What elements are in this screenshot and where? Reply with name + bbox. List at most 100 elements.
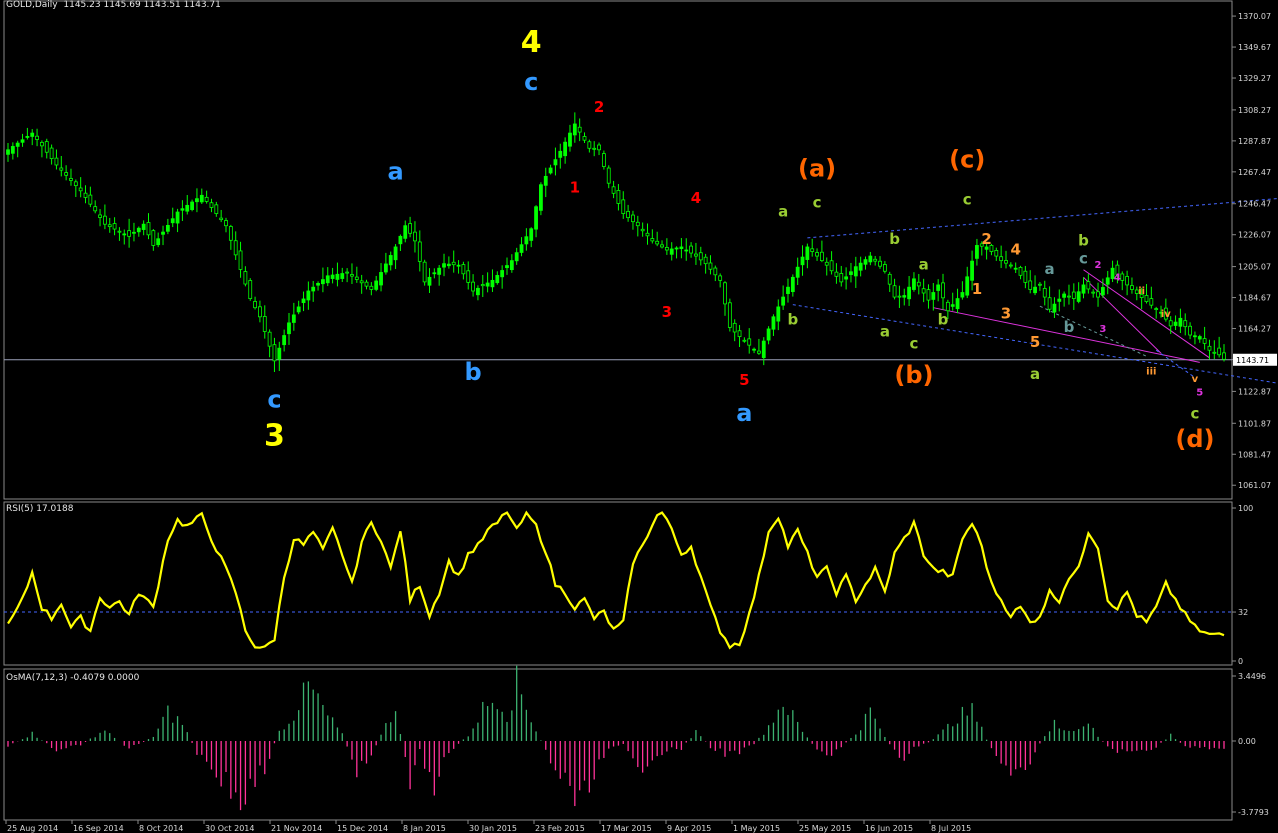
candle-down bbox=[1028, 280, 1033, 290]
current-price-label: 1143.71 bbox=[1236, 356, 1269, 365]
candle-up bbox=[500, 270, 505, 278]
candle-down bbox=[1071, 291, 1076, 299]
osma-tick-label: -3.7793 bbox=[1238, 808, 1269, 817]
candle-down bbox=[359, 280, 364, 284]
candle-down bbox=[597, 144, 601, 151]
wave-label: ii bbox=[1138, 286, 1145, 297]
candle-up bbox=[335, 273, 340, 280]
candle-up bbox=[805, 246, 810, 260]
candle-up bbox=[858, 262, 863, 271]
candle-up bbox=[195, 198, 199, 203]
osma-layer bbox=[7, 665, 1225, 811]
wave-label: b bbox=[464, 358, 481, 386]
candle-down bbox=[1067, 295, 1071, 298]
trendline-6 bbox=[1155, 349, 1196, 378]
candle-up bbox=[955, 298, 960, 310]
candle-down bbox=[480, 284, 485, 287]
candle-down bbox=[267, 331, 272, 347]
candle-down bbox=[660, 244, 664, 248]
candle-up bbox=[1033, 286, 1037, 294]
wave-label: c bbox=[1079, 250, 1088, 268]
ohlc-low: 1143.51 bbox=[143, 0, 181, 10]
candle-down bbox=[461, 264, 466, 275]
candle-up bbox=[427, 276, 432, 286]
date-tick-label: 8 Jul 2015 bbox=[931, 824, 971, 833]
date-tick-label: 8 Jan 2015 bbox=[403, 824, 446, 833]
candle-up bbox=[931, 292, 936, 300]
candle-down bbox=[228, 226, 233, 241]
candle-up bbox=[30, 132, 35, 137]
candle-down bbox=[408, 223, 413, 234]
candle-down bbox=[834, 271, 839, 277]
candle-down bbox=[209, 202, 214, 208]
candle-down bbox=[601, 153, 606, 167]
candle-down bbox=[689, 245, 693, 254]
candle-up bbox=[505, 265, 509, 269]
price-tick-label: 1287.87 bbox=[1238, 137, 1271, 146]
candle-down bbox=[112, 223, 117, 230]
candle-down bbox=[98, 214, 102, 218]
candle-up bbox=[975, 245, 979, 259]
candle-down bbox=[258, 306, 262, 318]
wave-label: 2 bbox=[1095, 260, 1102, 271]
wave-label: 2 bbox=[981, 230, 991, 248]
wave-label: 5 bbox=[1196, 388, 1203, 399]
candle-up bbox=[524, 236, 529, 245]
candle-up bbox=[379, 272, 383, 286]
candle-down bbox=[451, 261, 456, 266]
candle-up bbox=[306, 290, 311, 301]
ohlc-high: 1145.69 bbox=[103, 0, 141, 10]
candle-up bbox=[296, 306, 301, 313]
candle-down bbox=[708, 262, 713, 270]
candle-down bbox=[698, 252, 703, 261]
candle-down bbox=[219, 217, 224, 221]
candle-down bbox=[1207, 345, 1212, 351]
candle-up bbox=[1105, 277, 1110, 285]
panel-frame-0 bbox=[3, 0, 1233, 500]
candle-down bbox=[664, 247, 669, 251]
candle-down bbox=[926, 289, 931, 301]
candle-up bbox=[519, 244, 524, 253]
candle-down bbox=[1188, 325, 1192, 336]
candle-down bbox=[611, 186, 616, 194]
price-tick-label: 1349.67 bbox=[1238, 43, 1271, 52]
price-tick-label: 1308.27 bbox=[1238, 106, 1271, 115]
candle-up bbox=[1052, 303, 1057, 313]
wave-label: b bbox=[1064, 318, 1075, 336]
candle-up bbox=[539, 184, 543, 211]
candle-down bbox=[88, 194, 93, 205]
ohlc-close: 1143.71 bbox=[183, 0, 221, 10]
candle-down bbox=[640, 228, 645, 232]
price-tick-label: 1205.07 bbox=[1238, 263, 1271, 272]
candle-up bbox=[25, 136, 30, 138]
candle-down bbox=[815, 252, 819, 257]
wave-label: (b) bbox=[894, 361, 933, 389]
candle-up bbox=[446, 263, 451, 267]
candle-down bbox=[1217, 347, 1222, 356]
candle-up bbox=[122, 233, 127, 236]
candle-down bbox=[1212, 351, 1217, 354]
candle-down bbox=[1125, 276, 1130, 286]
candle-down bbox=[64, 172, 69, 176]
candle-up bbox=[437, 267, 442, 275]
candle-down bbox=[1149, 298, 1154, 306]
wave-label: (c) bbox=[949, 145, 985, 173]
price-tick-label: 1246.47 bbox=[1238, 200, 1271, 209]
wave-label: v bbox=[1192, 374, 1199, 385]
candle-down bbox=[214, 204, 219, 214]
candle-down bbox=[621, 199, 626, 214]
price-tick-label: 1061.07 bbox=[1238, 481, 1271, 490]
candle-up bbox=[175, 211, 180, 224]
candle-up bbox=[776, 306, 781, 322]
wave-label: 4 bbox=[1114, 272, 1121, 283]
trading-chart[interactable]: 4c21435aabc3(a)cabbaacb(b)(c)c24135aabbc… bbox=[0, 0, 1278, 833]
candle-up bbox=[863, 259, 868, 265]
candle-down bbox=[117, 230, 122, 233]
candle-up bbox=[679, 246, 684, 250]
wave-label: c bbox=[1190, 404, 1199, 422]
wave-label: a bbox=[736, 399, 752, 427]
wave-label: a bbox=[1030, 365, 1040, 383]
candle-down bbox=[703, 256, 708, 265]
candle-up bbox=[960, 292, 965, 298]
candle-down bbox=[69, 178, 73, 181]
